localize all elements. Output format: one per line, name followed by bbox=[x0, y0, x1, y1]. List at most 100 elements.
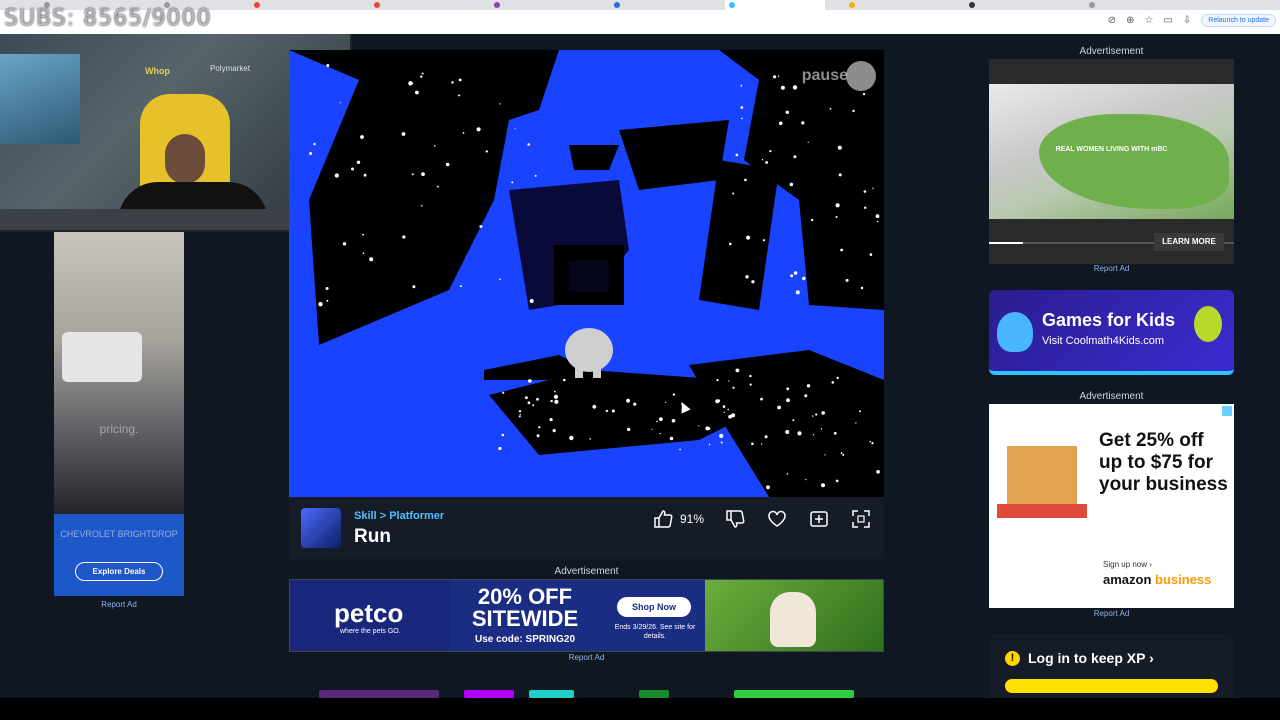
offer-end-date: Ends 3/29/26. See site for details. bbox=[614, 624, 696, 640]
petco-banner-ad[interactable]: petco where the pets GO. 20% OFF SITEWID… bbox=[289, 579, 884, 652]
star-dot bbox=[845, 278, 849, 282]
star-dot bbox=[669, 436, 674, 441]
petco-offer: 20% OFF SITEWIDE bbox=[455, 586, 595, 630]
star-dot bbox=[829, 107, 832, 110]
related-game-thumb[interactable] bbox=[319, 690, 439, 698]
star-dot bbox=[501, 433, 505, 437]
browser-tab[interactable] bbox=[1085, 0, 1185, 10]
star-dot bbox=[804, 394, 808, 398]
amazon-signup-link[interactable]: Sign up now › bbox=[1103, 560, 1152, 569]
add-to-playlist-icon[interactable] bbox=[808, 508, 830, 530]
star-dot bbox=[777, 405, 781, 410]
star-dot bbox=[760, 397, 763, 401]
breadcrumb-separator: > bbox=[379, 510, 387, 522]
star-dot bbox=[549, 418, 553, 422]
star-dot bbox=[872, 187, 874, 189]
report-ad-link[interactable]: Report Ad bbox=[989, 609, 1234, 618]
star-dot bbox=[751, 442, 754, 446]
related-game-thumb[interactable] bbox=[529, 690, 574, 698]
star-dot bbox=[679, 448, 681, 451]
related-game-thumb[interactable] bbox=[639, 690, 669, 698]
browser-tab-active[interactable] bbox=[725, 0, 825, 10]
star-dot bbox=[671, 419, 676, 423]
petco-tagline: where the pets GO. bbox=[340, 628, 401, 635]
petco-logo: petco bbox=[334, 598, 404, 628]
star-dot bbox=[659, 417, 663, 421]
star-dot bbox=[334, 173, 339, 178]
related-game-thumb[interactable] bbox=[464, 690, 514, 698]
star-dot bbox=[745, 275, 749, 279]
star-dot bbox=[728, 380, 730, 382]
star-dot bbox=[309, 152, 313, 155]
report-ad-link[interactable]: Report Ad bbox=[289, 653, 884, 662]
star-dot bbox=[793, 271, 798, 275]
star-dot bbox=[786, 473, 789, 475]
extension-icon[interactable]: ⊘ bbox=[1108, 15, 1126, 26]
tab-favicon bbox=[729, 2, 735, 8]
pause-circle-icon[interactable] bbox=[846, 61, 876, 91]
star-dot bbox=[363, 173, 367, 177]
star-dot bbox=[786, 387, 790, 391]
adchoices-icon[interactable] bbox=[1222, 406, 1232, 416]
star-dot bbox=[820, 428, 823, 430]
star-dot bbox=[498, 446, 502, 451]
browser-tab[interactable] bbox=[845, 0, 945, 10]
dog-figure bbox=[770, 592, 816, 647]
xp-progress-bar bbox=[1005, 679, 1218, 693]
star-dot bbox=[741, 117, 743, 120]
related-games-strip[interactable] bbox=[289, 686, 884, 698]
thumbs-down-icon[interactable] bbox=[724, 508, 746, 530]
browser-tab[interactable] bbox=[610, 0, 710, 10]
star-dot bbox=[811, 218, 814, 222]
offer-line-2: SITEWIDE bbox=[471, 606, 579, 631]
left-skyscraper-ad[interactable]: pricing. CHEVROLET BRIGHTDROP Explore De… bbox=[54, 232, 184, 596]
star-dot bbox=[552, 429, 556, 433]
star-dot bbox=[790, 274, 794, 278]
ad-cta-panel bbox=[54, 514, 184, 596]
browser-tab[interactable] bbox=[965, 0, 1065, 10]
download-icon[interactable]: ⇩ bbox=[1183, 15, 1201, 26]
learn-more-button[interactable]: LEARN MORE bbox=[1154, 233, 1224, 251]
thumbs-up-icon[interactable] bbox=[652, 508, 674, 530]
star-dot bbox=[342, 242, 347, 246]
subs-counter-overlay: SUBS: 8565/9000 bbox=[4, 6, 212, 31]
explore-deals-button[interactable]: Explore Deals bbox=[75, 562, 163, 581]
browser-tab[interactable] bbox=[490, 0, 590, 10]
sidepanel-icon[interactable]: ▭ bbox=[1163, 15, 1182, 26]
xp-login-panel[interactable]: ! Log in to keep XP › bbox=[989, 634, 1234, 698]
amazon-business-ad[interactable]: Get 25% off up to $75 for your business … bbox=[989, 404, 1234, 608]
star-dot bbox=[529, 299, 534, 303]
webcam-monitor bbox=[0, 54, 80, 144]
related-game-thumb[interactable] bbox=[734, 690, 854, 698]
bookmark-star-icon[interactable]: ☆ bbox=[1144, 15, 1163, 26]
zoom-icon[interactable]: ⊕ bbox=[1126, 15, 1144, 26]
amazon-headline: Get 25% off up to $75 for your business bbox=[1099, 430, 1228, 495]
game-canvas[interactable]: pause bbox=[289, 50, 884, 497]
star-dot bbox=[842, 453, 845, 456]
breadcrumb-subcategory[interactable]: Platformer bbox=[389, 510, 444, 522]
browser-tab[interactable] bbox=[250, 0, 350, 10]
browser-tab[interactable] bbox=[370, 0, 470, 10]
star-dot bbox=[369, 257, 374, 262]
pause-button[interactable]: pause bbox=[802, 67, 848, 85]
star-dot bbox=[740, 106, 744, 109]
coolmath4kids-ad[interactable]: Games for Kids Visit Coolmath4Kids.com bbox=[989, 290, 1234, 375]
star-dot bbox=[518, 415, 521, 418]
fullscreen-icon[interactable] bbox=[850, 508, 872, 530]
star-dot bbox=[761, 159, 764, 161]
star-dot bbox=[527, 143, 530, 146]
video-ad[interactable]: REAL WOMEN LIVING WITH mBC LEARN MORE bbox=[989, 59, 1234, 264]
star-dot bbox=[318, 302, 323, 307]
heart-icon[interactable] bbox=[766, 508, 788, 530]
star-dot bbox=[749, 374, 752, 378]
report-ad-link[interactable]: Report Ad bbox=[54, 600, 184, 609]
star-dot bbox=[777, 75, 780, 77]
shop-now-button[interactable]: Shop Now bbox=[617, 597, 691, 617]
login-keep-xp-link[interactable]: Log in to keep XP › bbox=[1028, 650, 1154, 666]
webcam-poly-logo: Polymarket bbox=[210, 64, 251, 73]
star-dot bbox=[876, 470, 880, 474]
breadcrumb-category[interactable]: Skill bbox=[354, 510, 377, 522]
report-ad-link[interactable]: Report Ad bbox=[989, 264, 1234, 273]
relaunch-button[interactable]: Relaunch to update bbox=[1201, 14, 1276, 27]
star-dot bbox=[627, 427, 631, 432]
